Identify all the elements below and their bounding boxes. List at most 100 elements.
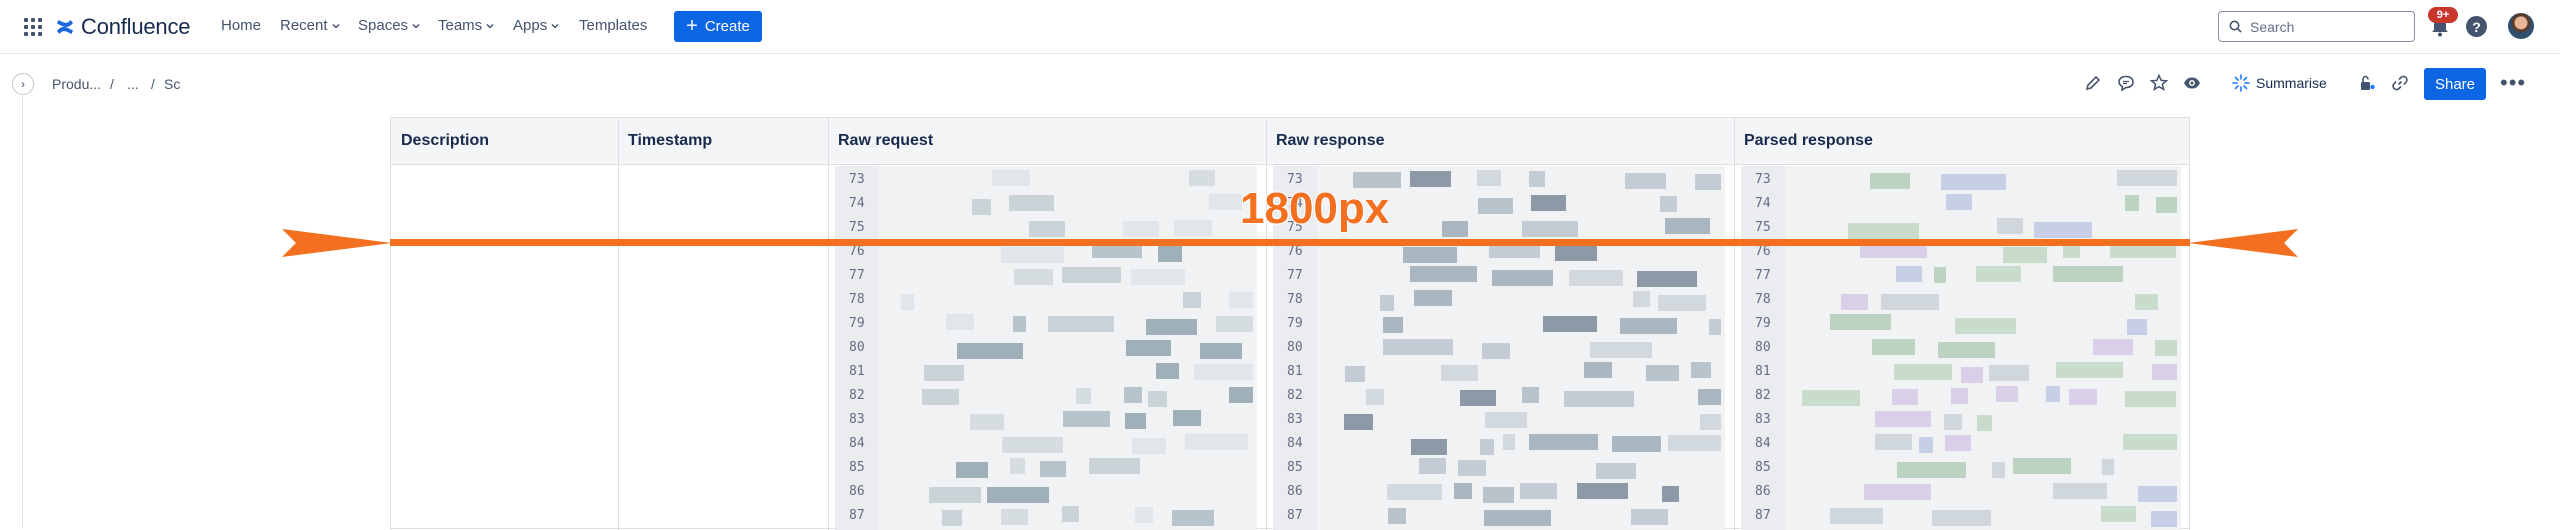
redacted-pixel-block <box>1892 389 1918 405</box>
watch-eye-icon[interactable] <box>2182 73 2202 93</box>
nav-apps-label: Apps <box>513 17 548 34</box>
redacted-pixel-block <box>1173 410 1201 426</box>
redacted-pixel-block <box>2123 434 2177 450</box>
redacted-pixel-block <box>1477 170 1501 186</box>
redacted-pixel-block <box>1709 319 1721 335</box>
redacted-pixel-block <box>1522 221 1578 237</box>
redacted-pixel-block <box>1531 195 1566 211</box>
redacted-pixel-block <box>1410 266 1477 282</box>
line-number: 83 <box>1287 412 1303 427</box>
line-number: 81 <box>1755 364 1771 379</box>
redacted-pixel-block <box>1802 390 1860 406</box>
notifications-badge: 9+ <box>2428 7 2458 23</box>
redacted-pixel-block <box>1013 316 1026 332</box>
nav-templates[interactable]: Templates <box>579 17 647 34</box>
redacted-pixel-block <box>1383 317 1403 333</box>
comment-icon[interactable] <box>2116 73 2136 93</box>
arrow-left-icon <box>282 229 392 257</box>
redacted-pixel-block <box>1156 363 1179 379</box>
more-actions-icon[interactable]: ••• <box>2500 72 2526 94</box>
search-input[interactable]: Search <box>2218 11 2415 42</box>
confluence-logo-icon <box>57 20 73 34</box>
star-icon[interactable] <box>2149 73 2169 93</box>
redacted-pixel-block <box>1125 413 1146 429</box>
line-number: 74 <box>1755 196 1771 211</box>
redacted-pixel-block <box>1637 271 1697 287</box>
share-button[interactable]: Share <box>2424 68 2486 100</box>
arrow-right-icon <box>2188 229 2298 257</box>
confluence-logo[interactable]: Confluence <box>55 13 191 41</box>
restrictions-lock-icon[interactable] <box>2357 73 2377 93</box>
line-number: 78 <box>849 292 865 307</box>
redacted-pixel-block <box>2093 339 2133 355</box>
redacted-pixel-block <box>1503 434 1515 450</box>
redacted-pixel-block <box>1841 294 1868 310</box>
nav-home[interactable]: Home <box>221 17 261 34</box>
redacted-pixel-block <box>1380 295 1394 311</box>
copy-link-icon[interactable] <box>2390 73 2410 93</box>
raw-request-code-block[interactable]: 73 74 75 76 77 78 79 80 81 82 83 84 85 86 87 <box>835 166 1257 530</box>
chevron-down-icon <box>412 23 420 29</box>
redacted-pixel-block <box>2127 319 2147 335</box>
redacted-pixel-block <box>1961 367 1983 383</box>
redacted-pixel-block <box>1584 362 1612 378</box>
redacted-pixel-block <box>1419 458 1446 474</box>
redacted-pixel-block <box>1555 245 1597 261</box>
redacted-pixel-block <box>1875 411 1931 427</box>
redacted-pixel-block <box>1625 173 1666 189</box>
redacted-pixel-block <box>957 343 1023 359</box>
redacted-pixel-block <box>1520 483 1557 499</box>
line-number: 82 <box>1287 388 1303 403</box>
redacted-pixel-block <box>1174 220 1212 236</box>
redacted-pixel-block <box>1830 314 1891 330</box>
line-number: 77 <box>1287 268 1303 283</box>
redacted-pixel-block <box>1123 221 1159 237</box>
redacted-pixel-block <box>2125 195 2139 211</box>
redacted-pixel-block <box>1441 365 1478 381</box>
redacted-pixel-block <box>2102 459 2114 475</box>
redacted-pixel-block <box>2053 266 2123 282</box>
nav-recent[interactable]: Recent <box>280 17 340 34</box>
redacted-pixel-block <box>1383 339 1453 355</box>
redacted-pixel-block <box>1029 221 1065 237</box>
redacted-pixel-block <box>1881 294 1939 310</box>
redacted-pixel-block <box>1590 342 1652 358</box>
width-dimension-label: 1800px <box>1239 183 1390 234</box>
redacted-pixel-block <box>1135 507 1153 523</box>
redacted-pixel-block <box>1989 365 2029 381</box>
redacted-pixel-block <box>1411 439 1447 455</box>
sidebar-expand-button[interactable]: › <box>12 73 34 95</box>
redacted-pixel-block <box>1945 435 1971 451</box>
redacted-pixel-block <box>1992 462 2005 478</box>
line-number: 75 <box>1755 220 1771 235</box>
breadcrumb-item[interactable]: Sc <box>164 76 180 92</box>
redacted-pixel-block <box>1658 295 1706 311</box>
redacted-pixel-block <box>1480 439 1494 455</box>
edit-icon[interactable] <box>2083 73 2103 93</box>
create-button[interactable]: + Create <box>674 11 762 42</box>
line-number: 83 <box>849 412 865 427</box>
redacted-pixel-block <box>1951 388 1968 404</box>
summarise-button[interactable]: Summarise <box>2232 74 2327 92</box>
help-icon[interactable]: ? <box>2466 16 2487 37</box>
redacted-pixel-block <box>1002 437 1063 453</box>
redacted-pixel-block <box>1124 387 1142 403</box>
breadcrumb-item[interactable]: ... <box>127 76 139 92</box>
line-number: 81 <box>849 364 865 379</box>
redacted-pixel-block <box>1665 218 1710 234</box>
redacted-pixel-block <box>2101 506 2136 522</box>
nav-teams[interactable]: Teams <box>438 17 494 34</box>
redacted-pixel-block <box>2138 486 2177 502</box>
app-switcher-icon[interactable] <box>24 18 42 36</box>
breadcrumb-item[interactable]: Produ... <box>52 76 101 92</box>
redacted-pixel-block <box>1848 223 1919 239</box>
redacted-pixel-block <box>1194 364 1253 380</box>
redacted-pixel-block <box>1612 436 1661 452</box>
nav-apps[interactable]: Apps <box>513 17 559 34</box>
nav-spaces[interactable]: Spaces <box>358 17 420 34</box>
line-number: 86 <box>849 484 865 499</box>
redacted-pixel-block <box>987 487 1049 503</box>
redacted-pixel-block <box>956 462 988 478</box>
avatar[interactable] <box>2508 13 2534 39</box>
parsed-response-code-block[interactable]: 73 74 75 76 77 78 79 80 81 82 83 84 85 86 87 <box>1741 166 2181 530</box>
